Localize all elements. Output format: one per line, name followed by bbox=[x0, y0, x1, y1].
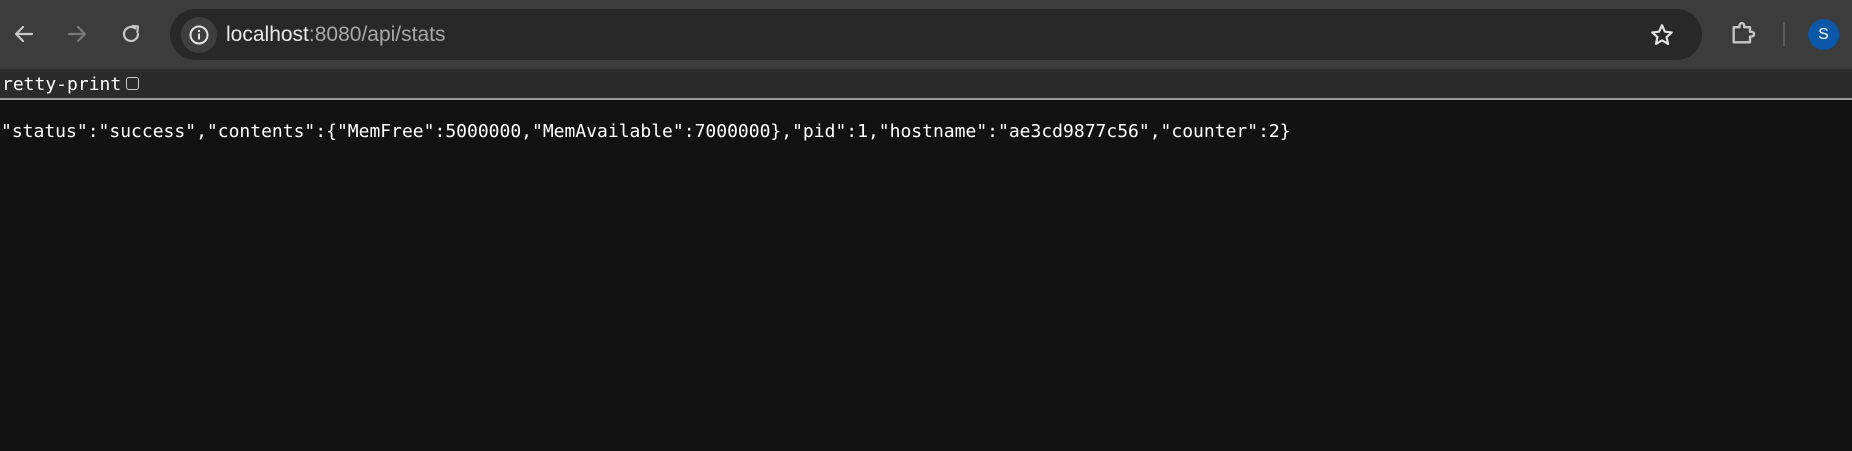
site-info-button[interactable] bbox=[181, 17, 217, 53]
json-content: "status":"success","contents":{"MemFree"… bbox=[1, 121, 1291, 142]
forward-button[interactable] bbox=[57, 14, 97, 54]
extensions-button[interactable] bbox=[1726, 16, 1760, 50]
toolbar-divider bbox=[1783, 22, 1785, 46]
browser-toolbar: localhost:8080/api/stats S bbox=[0, 0, 1852, 69]
pretty-print-bar: retty-print bbox=[0, 69, 1852, 100]
puzzle-icon bbox=[1732, 21, 1756, 44]
pretty-print-checkbox[interactable] bbox=[126, 77, 139, 90]
arrow-left-icon bbox=[14, 25, 34, 43]
info-icon bbox=[189, 25, 209, 45]
star-icon bbox=[1651, 24, 1673, 45]
bookmark-button[interactable] bbox=[1646, 19, 1678, 51]
reload-button[interactable] bbox=[111, 14, 151, 54]
pretty-print-label: retty-print bbox=[2, 74, 122, 95]
reload-icon bbox=[122, 24, 140, 43]
arrow-right-icon bbox=[67, 25, 87, 43]
url-text[interactable]: localhost:8080/api/stats bbox=[226, 23, 445, 47]
profile-avatar[interactable]: S bbox=[1808, 19, 1839, 50]
url-path: :8080/api/stats bbox=[308, 23, 446, 46]
url-host: localhost bbox=[226, 23, 309, 46]
address-bar[interactable]: localhost:8080/api/stats bbox=[170, 9, 1702, 60]
back-button[interactable] bbox=[4, 14, 44, 54]
